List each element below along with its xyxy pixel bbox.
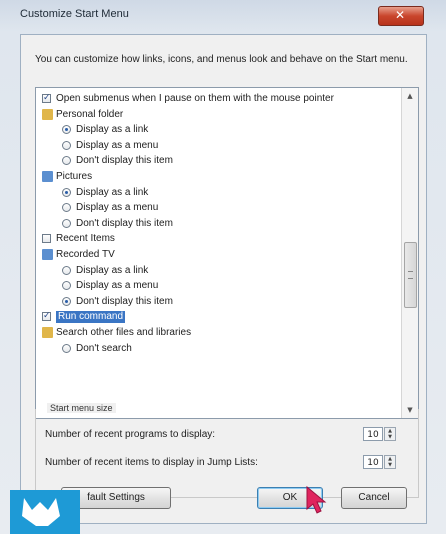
close-icon: ✕ bbox=[395, 8, 406, 22]
checkbox[interactable] bbox=[42, 234, 51, 244]
list-item[interactable]: Search other files and libraries bbox=[36, 326, 402, 340]
dialog-body: You can customize how links, icons, and … bbox=[20, 34, 427, 524]
checkbox[interactable] bbox=[42, 92, 51, 103]
recent-items-label: Number of recent items to display in Jum… bbox=[45, 457, 258, 468]
list-item[interactable]: Don't display this item bbox=[36, 154, 402, 168]
mouse-cursor-icon bbox=[306, 485, 327, 514]
list-item[interactable]: Display as a link bbox=[36, 186, 402, 200]
radio-button[interactable] bbox=[62, 203, 71, 213]
radio-button[interactable] bbox=[62, 140, 71, 150]
recent-programs-value[interactable]: 10 bbox=[363, 427, 383, 441]
radio-button[interactable] bbox=[62, 296, 71, 306]
scroll-up-icon[interactable]: ▲ bbox=[402, 88, 418, 104]
option-label: Display as a link bbox=[76, 264, 149, 276]
vertical-scrollbar[interactable]: ▲ ▼ bbox=[401, 88, 418, 418]
options-list[interactable]: Open submenus when I pause on them with … bbox=[35, 87, 419, 419]
recent-items-value[interactable]: 10 bbox=[363, 455, 383, 469]
radio-button[interactable] bbox=[62, 265, 71, 275]
recent-programs-label: Number of recent programs to display: bbox=[45, 429, 216, 440]
radio-button[interactable] bbox=[62, 156, 71, 166]
logo-icon bbox=[22, 498, 60, 526]
close-button[interactable]: ✕ bbox=[378, 6, 424, 26]
search-folder-icon bbox=[42, 327, 53, 338]
spin-down-icon[interactable]: ▼ bbox=[385, 462, 395, 468]
radio-button[interactable] bbox=[62, 187, 71, 197]
option-label: Display as a menu bbox=[76, 139, 159, 151]
list-item[interactable]: Recent Items bbox=[36, 232, 402, 246]
radio-button[interactable] bbox=[62, 281, 71, 291]
recent-items-spin-buttons[interactable]: ▲ ▼ bbox=[384, 455, 396, 469]
list-item[interactable]: Recorded TV bbox=[36, 248, 402, 262]
option-label: Recent Items bbox=[56, 233, 115, 245]
list-item[interactable]: Open submenus when I pause on them with … bbox=[36, 92, 402, 106]
recent-items-stepper[interactable]: 10 ▲ ▼ bbox=[363, 455, 399, 469]
list-item[interactable]: Display as a link bbox=[36, 123, 402, 137]
title-bar: Customize Start Menu ✕ bbox=[0, 0, 446, 34]
option-label: Display as a link bbox=[76, 186, 149, 198]
list-item[interactable]: Display as a menu bbox=[36, 201, 402, 215]
list-item[interactable]: Display as a menu bbox=[36, 139, 402, 153]
list-item[interactable]: Run command bbox=[36, 310, 402, 324]
option-label: Recorded TV bbox=[56, 249, 115, 260]
list-item[interactable]: Don't display this item bbox=[36, 295, 402, 309]
option-label: Don't display this item bbox=[76, 295, 173, 307]
recent-programs-spin-buttons[interactable]: ▲ ▼ bbox=[384, 427, 396, 441]
radio-button[interactable] bbox=[62, 125, 71, 135]
option-label: Run command bbox=[56, 311, 126, 324]
option-label: Search other files and libraries bbox=[56, 327, 192, 338]
watermark-logo bbox=[10, 490, 80, 534]
grip-icon bbox=[408, 271, 413, 279]
radio-button[interactable] bbox=[62, 218, 71, 228]
recent-programs-stepper[interactable]: 10 ▲ ▼ bbox=[363, 427, 399, 441]
option-label: Display as a menu bbox=[76, 202, 159, 214]
personal-folder-icon bbox=[42, 108, 53, 120]
description-text: You can customize how links, icons, and … bbox=[35, 54, 408, 65]
window-title: Customize Start Menu bbox=[20, 8, 129, 20]
scrollbar-thumb[interactable] bbox=[404, 242, 417, 308]
list-item[interactable]: Display as a link bbox=[36, 264, 402, 278]
radio-button[interactable] bbox=[62, 343, 71, 353]
start-menu-size-group bbox=[35, 409, 419, 498]
option-label: Display as a link bbox=[76, 124, 149, 136]
start-menu-size-label: Start menu size bbox=[47, 403, 116, 413]
cancel-button[interactable]: Cancel bbox=[341, 487, 407, 509]
option-label: Personal folder bbox=[56, 108, 124, 120]
customize-start-menu-dialog: Customize Start Menu ✕ You can customize… bbox=[0, 0, 446, 534]
recorded-tv-icon bbox=[42, 249, 53, 260]
option-label: Open submenus when I pause on them with … bbox=[56, 93, 334, 104]
spin-down-icon[interactable]: ▼ bbox=[385, 434, 395, 440]
option-label: Don't display this item bbox=[76, 155, 173, 167]
option-label: Don't search bbox=[76, 342, 132, 354]
list-item[interactable]: Personal folder bbox=[36, 108, 402, 122]
list-item[interactable]: Don't search bbox=[36, 342, 402, 356]
list-item[interactable]: Display as a menu bbox=[36, 279, 402, 293]
checkbox[interactable] bbox=[42, 310, 51, 322]
option-label: Pictures bbox=[56, 171, 93, 182]
option-label: Display as a menu bbox=[76, 280, 159, 292]
list-item[interactable]: Pictures bbox=[36, 170, 402, 184]
list-item[interactable]: Don't display this item bbox=[36, 217, 402, 231]
option-label: Don't display this item bbox=[76, 217, 173, 229]
pictures-icon bbox=[42, 171, 53, 182]
